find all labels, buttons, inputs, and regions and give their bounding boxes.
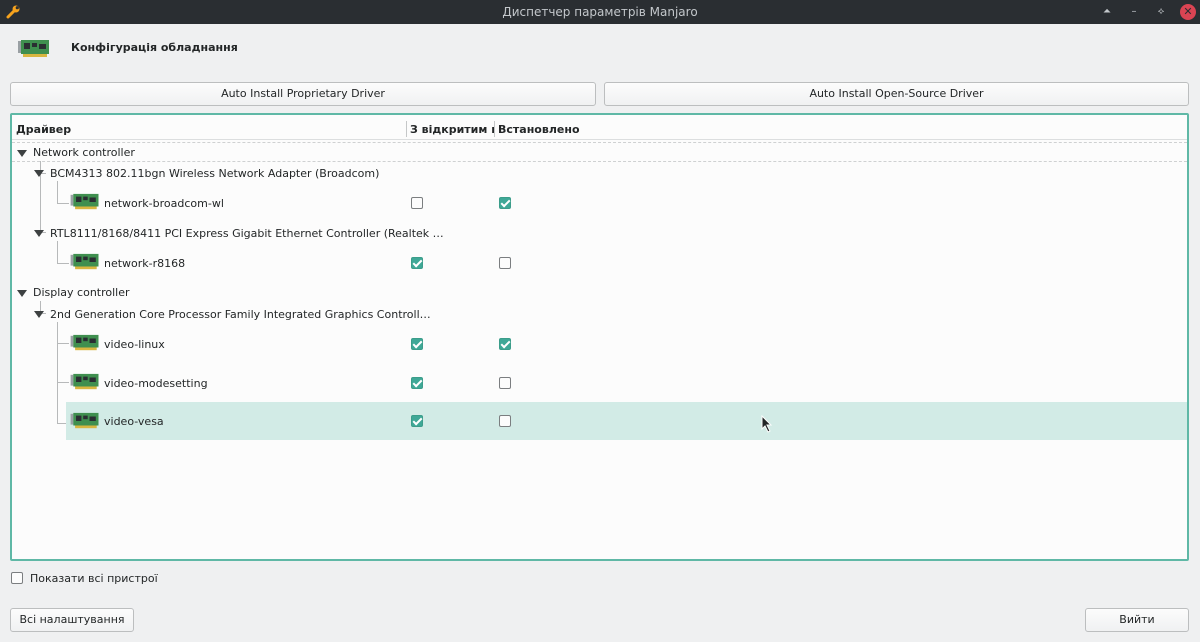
page-title: Конфігурація обладнання bbox=[71, 41, 238, 54]
tree-group-row[interactable]: Display controller bbox=[12, 283, 1187, 303]
tree-device-row[interactable]: RTL8111/8168/8411 PCI Express Gigabit Et… bbox=[12, 223, 1187, 244]
group-label: Display controller bbox=[33, 286, 130, 299]
column-header-installed[interactable]: Встановлено bbox=[498, 123, 580, 136]
driver-name: video-vesa bbox=[104, 415, 164, 428]
open-source-checkbox[interactable] bbox=[411, 257, 423, 269]
open-source-checkbox[interactable] bbox=[411, 338, 423, 350]
driver-name: video-linux bbox=[104, 338, 165, 351]
driver-name: network-r8168 bbox=[104, 257, 186, 270]
tree-device-row[interactable]: BCM4313 802.11bgn Wireless Network Adapt… bbox=[12, 163, 1187, 184]
column-header-driver[interactable]: Драйвер bbox=[16, 123, 71, 136]
column-separator[interactable] bbox=[494, 121, 495, 137]
pci-card-icon bbox=[70, 334, 99, 351]
close-button[interactable]: ✕ bbox=[1180, 4, 1196, 20]
tree-driver-row[interactable]: network-broadcom-wl bbox=[12, 188, 1187, 218]
tree-driver-row[interactable]: network-r8168 bbox=[12, 248, 1187, 278]
mouse-pointer-icon bbox=[761, 415, 773, 433]
tree-driver-row[interactable]: video-linux bbox=[12, 328, 1187, 358]
pci-card-icon bbox=[70, 412, 99, 429]
collapse-arrow-icon[interactable] bbox=[34, 230, 44, 237]
installed-checkbox[interactable] bbox=[499, 377, 511, 389]
pci-card-icon bbox=[70, 373, 99, 390]
collapse-arrow-icon[interactable] bbox=[17, 290, 27, 297]
column-separator[interactable] bbox=[406, 121, 407, 137]
auto-install-open-source-button[interactable]: Auto Install Open-Source Driver bbox=[604, 82, 1189, 106]
column-header-open-source[interactable]: З відкритим код bbox=[410, 123, 494, 136]
tree-driver-row[interactable]: video-modesetting bbox=[12, 367, 1187, 397]
installed-checkbox[interactable] bbox=[499, 257, 511, 269]
collapse-arrow-icon[interactable] bbox=[34, 311, 44, 318]
driver-name: network-broadcom-wl bbox=[104, 197, 224, 210]
keep-above-button[interactable]: ⏶ bbox=[1099, 4, 1115, 20]
minimize-button[interactable]: – bbox=[1126, 4, 1142, 20]
device-label: RTL8111/8168/8411 PCI Express Gigabit Et… bbox=[50, 227, 444, 240]
collapse-arrow-icon[interactable] bbox=[34, 170, 44, 177]
show-all-devices-checkbox[interactable] bbox=[11, 572, 23, 584]
auto-install-proprietary-button[interactable]: Auto Install Proprietary Driver bbox=[10, 82, 596, 106]
open-source-checkbox[interactable] bbox=[411, 197, 423, 209]
window-title: Диспетчер параметрів Manjaro bbox=[502, 5, 698, 19]
pci-card-icon bbox=[70, 193, 99, 210]
device-label: 2nd Generation Core Processor Family Int… bbox=[50, 308, 431, 321]
driver-name: video-modesetting bbox=[104, 377, 208, 390]
tree-group-row[interactable]: Network controller bbox=[12, 142, 1187, 162]
pci-card-icon bbox=[18, 40, 49, 57]
installed-checkbox[interactable] bbox=[499, 415, 511, 427]
device-label: BCM4313 802.11bgn Wireless Network Adapt… bbox=[50, 167, 380, 180]
open-source-checkbox[interactable] bbox=[411, 377, 423, 389]
header-divider bbox=[12, 139, 1187, 140]
exit-button[interactable]: Вийти bbox=[1085, 608, 1189, 632]
collapse-arrow-icon[interactable] bbox=[17, 150, 27, 157]
driver-tree[interactable]: Драйвер З відкритим код Встановлено Netw… bbox=[10, 113, 1189, 561]
pci-card-icon bbox=[70, 253, 99, 270]
title-bar: Диспетчер параметрів Manjaro ⏶ – ⟡ ✕ bbox=[0, 0, 1200, 24]
restore-button[interactable]: ⟡ bbox=[1153, 4, 1169, 20]
open-source-checkbox[interactable] bbox=[411, 415, 423, 427]
tree-device-row[interactable]: 2nd Generation Core Processor Family Int… bbox=[12, 304, 1187, 325]
all-settings-button[interactable]: Всі налаштування bbox=[10, 608, 134, 632]
installed-checkbox[interactable] bbox=[499, 338, 511, 350]
show-all-devices-label[interactable]: Показати всі пристрої bbox=[30, 572, 158, 585]
installed-checkbox[interactable] bbox=[499, 197, 511, 209]
group-label: Network controller bbox=[33, 146, 135, 159]
tree-driver-row-selected[interactable]: video-vesa bbox=[66, 402, 1187, 440]
